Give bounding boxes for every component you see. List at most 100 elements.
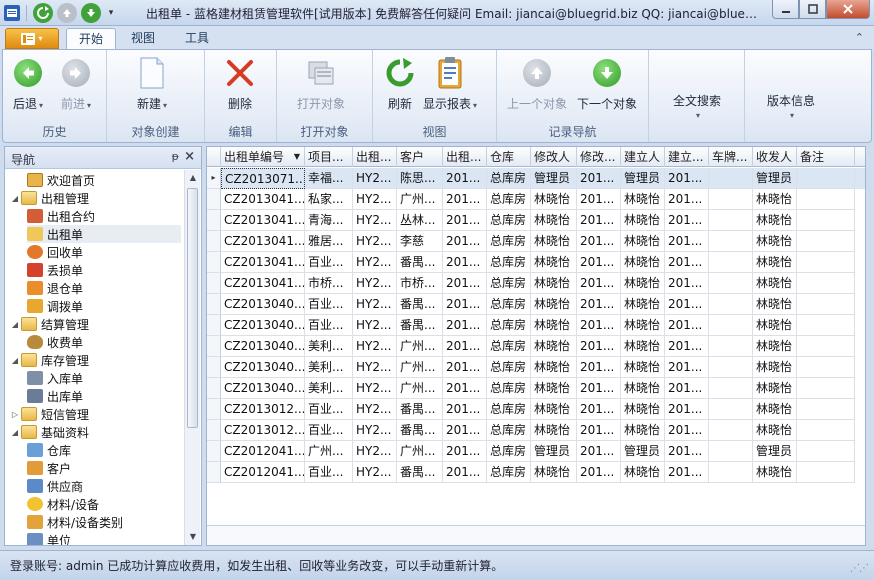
nav-item[interactable]: 出租合约	[27, 207, 181, 225]
row-indicator[interactable]	[207, 231, 221, 252]
table-cell[interactable]: 雅居...	[305, 231, 353, 252]
nav-item[interactable]: 出库单	[27, 387, 181, 405]
qat-up-icon[interactable]	[57, 3, 77, 23]
qat-down-icon[interactable]	[81, 3, 101, 23]
table-cell[interactable]: 总库房	[487, 378, 531, 399]
row-indicator[interactable]	[207, 399, 221, 420]
table-cell[interactable]: CZ2013041...	[221, 252, 305, 273]
table-cell[interactable]: 林晓怡	[531, 336, 577, 357]
column-header[interactable]: 车牌...	[709, 147, 753, 167]
table-row[interactable]: CZ2013012... 百业... HY2... 番禺... 201... 总库房 林晓怡…	[207, 399, 865, 420]
table-cell[interactable]: 201...	[443, 441, 487, 462]
table-cell[interactable]: 管理员	[753, 168, 797, 189]
show-report-button[interactable]: 显示报表 ▾	[423, 56, 477, 112]
back-button[interactable]: 后退 ▾	[11, 56, 45, 112]
table-row[interactable]: CZ2013012... 百业... HY2... 番禺... 201... 总库房 林晓怡…	[207, 420, 865, 441]
table-cell[interactable]: 201...	[665, 252, 709, 273]
table-cell[interactable]: 总库房	[487, 273, 531, 294]
table-cell[interactable]: 201...	[443, 315, 487, 336]
table-cell[interactable]	[797, 189, 855, 210]
row-indicator[interactable]	[207, 189, 221, 210]
table-cell[interactable]: 番禺...	[397, 294, 443, 315]
table-cell[interactable]: 管理员	[531, 441, 577, 462]
table-cell[interactable]: 总库房	[487, 336, 531, 357]
tab-tools[interactable]: 工具	[173, 28, 221, 50]
delete-button[interactable]: 删除	[223, 56, 257, 112]
table-cell[interactable]: 林晓怡	[531, 399, 577, 420]
table-cell[interactable]: 林晓怡	[753, 315, 797, 336]
table-cell[interactable]: 201...	[665, 336, 709, 357]
table-cell[interactable]: 201...	[577, 231, 621, 252]
table-cell[interactable]: 201...	[665, 420, 709, 441]
table-row[interactable]: CZ2012041... 百业... HY2... 番禺... 201... 总库房 林晓怡…	[207, 462, 865, 483]
table-cell[interactable]: 201...	[665, 315, 709, 336]
qat-customize-icon[interactable]: ▾	[105, 8, 117, 18]
table-cell[interactable]	[797, 273, 855, 294]
nav-item[interactable]: 收费单	[27, 333, 181, 351]
table-cell[interactable]: 林晓怡	[531, 273, 577, 294]
table-cell[interactable]: 201...	[443, 399, 487, 420]
table-cell[interactable]: 总库房	[487, 399, 531, 420]
row-indicator[interactable]	[207, 294, 221, 315]
table-cell[interactable]: 林晓怡	[621, 399, 665, 420]
table-cell[interactable]: HY2...	[353, 231, 397, 252]
table-cell[interactable]: 林晓怡	[753, 210, 797, 231]
nav-item[interactable]: ◢ 结算管理	[9, 315, 181, 333]
table-cell[interactable]: 201...	[665, 168, 709, 189]
table-cell[interactable]: 林晓怡	[753, 336, 797, 357]
row-indicator[interactable]	[207, 210, 221, 231]
table-cell[interactable]: 201...	[665, 462, 709, 483]
table-cell[interactable]: 林晓怡	[531, 294, 577, 315]
table-cell[interactable]: 201...	[665, 294, 709, 315]
table-cell[interactable]: HY2...	[353, 462, 397, 483]
column-header[interactable]: 出租...	[353, 147, 397, 167]
table-cell[interactable]: HY2...	[353, 252, 397, 273]
expanded-arrow-icon[interactable]: ◢	[9, 194, 21, 203]
table-cell[interactable]: CZ2013040...	[221, 336, 305, 357]
table-row[interactable]: CZ2013041... 百业... HY2... 番禺... 201... 总库房 林晓怡…	[207, 252, 865, 273]
table-row[interactable]: CZ2013041... 私家... HY2... 广州... 201... 总库房 林晓怡…	[207, 189, 865, 210]
scroll-down-icon[interactable]: ▼	[186, 530, 200, 544]
table-cell[interactable]: 林晓怡	[621, 420, 665, 441]
nav-item[interactable]: 供应商	[27, 477, 181, 495]
table-cell[interactable]: 林晓怡	[753, 462, 797, 483]
table-cell[interactable]: 番禺...	[397, 252, 443, 273]
table-cell[interactable]: 管理员	[621, 441, 665, 462]
table-cell[interactable]: 201...	[577, 462, 621, 483]
table-cell[interactable]: 林晓怡	[753, 294, 797, 315]
table-cell[interactable]: 201...	[443, 168, 487, 189]
table-cell[interactable]: 林晓怡	[621, 336, 665, 357]
table-cell[interactable]: 201...	[577, 252, 621, 273]
row-indicator[interactable]	[207, 462, 221, 483]
table-cell[interactable]	[709, 189, 753, 210]
table-cell[interactable]: 管理员	[531, 168, 577, 189]
nav-item[interactable]: 回收单	[27, 243, 181, 261]
table-cell[interactable]: 201...	[443, 210, 487, 231]
table-cell[interactable]: 201...	[443, 294, 487, 315]
table-cell[interactable]: 广州...	[397, 189, 443, 210]
table-cell[interactable]: 陈思...	[397, 168, 443, 189]
table-row[interactable]: CZ2013040... 美利... HY2... 广州... 201... 总库房 林晓怡…	[207, 336, 865, 357]
table-cell[interactable]: 201...	[443, 189, 487, 210]
current-row-indicator-icon[interactable]: ▸	[207, 168, 221, 189]
table-cell[interactable]: 番禺...	[397, 462, 443, 483]
scroll-up-icon[interactable]: ▲	[186, 171, 200, 185]
nav-item[interactable]: 出租单	[27, 225, 181, 243]
table-cell[interactable]: 林晓怡	[753, 420, 797, 441]
table-cell[interactable]: 百业...	[305, 252, 353, 273]
table-cell[interactable]: CZ2012041...	[221, 462, 305, 483]
nav-item[interactable]: 入库单	[27, 369, 181, 387]
table-cell[interactable]: 番禺...	[397, 420, 443, 441]
table-cell[interactable]: HY2...	[353, 378, 397, 399]
ribbon-collapse-icon[interactable]: ⌃	[855, 31, 864, 44]
table-cell[interactable]: 林晓怡	[753, 252, 797, 273]
table-cell[interactable]: 201...	[443, 336, 487, 357]
table-cell[interactable]	[709, 210, 753, 231]
table-cell[interactable]: 美利...	[305, 378, 353, 399]
table-cell[interactable]: 市桥...	[305, 273, 353, 294]
table-cell[interactable]: 番禺...	[397, 315, 443, 336]
nav-item[interactable]: 材料/设备	[27, 495, 181, 513]
column-header[interactable]: 收发人	[753, 147, 797, 167]
table-cell[interactable]: 青海...	[305, 210, 353, 231]
nav-item[interactable]: ▷ 短信管理	[9, 405, 181, 423]
